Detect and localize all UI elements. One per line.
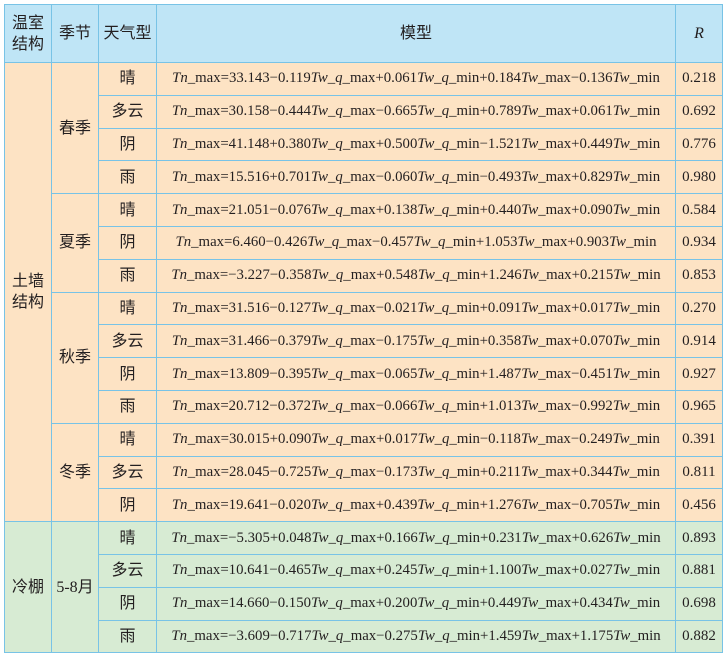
table-row: 多云 Tn_max=30.158−0.444Tw_q_max−0.665Tw_q…: [5, 94, 723, 129]
model-formula-cell: Tn_max=21.051−0.076Tw_q_max+0.138Tw_q_mi…: [156, 193, 676, 227]
weather-type-cell: 晴: [98, 193, 157, 227]
weather-type-cell: 晴: [98, 521, 157, 555]
header-season: 季节: [51, 4, 99, 63]
table-row: 雨 Tn_max=−3.227−0.358Tw_q_max+0.548Tw_q_…: [5, 258, 723, 293]
r-value-cell: 0.965: [675, 389, 723, 424]
weather-type-cell: 雨: [98, 258, 157, 293]
r-value-cell: 0.980: [675, 160, 723, 195]
r-value-cell: 0.853: [675, 258, 723, 293]
table-row: 阴 Tn_max=14.660−0.150Tw_q_max+0.200Tw_q_…: [5, 586, 723, 621]
season-cell-summer: 夏季: [51, 193, 99, 293]
model-formula-cell: Tn_max=19.641−0.020Tw_q_max+0.439Tw_q_mi…: [156, 488, 676, 523]
weather-type-cell: 雨: [98, 389, 157, 424]
structure-label-line: 结构: [11, 294, 44, 312]
header-weather: 天气型: [98, 4, 157, 63]
r-value-cell: 0.881: [675, 553, 723, 588]
r-value-cell: 0.218: [675, 62, 723, 96]
header-r: R: [675, 4, 723, 63]
r-value-cell: 0.270: [675, 291, 723, 326]
weather-type-cell: 晴: [98, 291, 157, 326]
table-row: 阴 Tn_max=41.148+0.380Tw_q_max+0.500Tw_q_…: [5, 127, 723, 162]
weather-type-cell: 多云: [98, 94, 157, 129]
r-value-cell: 0.391: [675, 422, 723, 457]
weather-type-cell: 阴: [98, 127, 157, 162]
table-body: 土墙 结构 春季 晴 Tn_max=33.143−0.119Tw_q_max+0…: [4, 61, 723, 654]
r-value-cell: 0.692: [675, 94, 723, 129]
r-value-cell: 0.776: [675, 127, 723, 162]
weather-type-cell: 阴: [98, 488, 157, 523]
r-value-cell: 0.927: [675, 357, 723, 391]
structure-cell-soil-wall: 土墙 结构: [4, 61, 52, 523]
table-row: 雨 Tn_max=20.712−0.372Tw_q_max−0.066Tw_q_…: [5, 389, 723, 424]
model-formula-cell: Tn_max=14.660−0.150Tw_q_max+0.200Tw_q_mi…: [156, 586, 676, 621]
header-structure: 温室 结构: [4, 4, 52, 63]
table-row: 冷棚 5-8月 晴 Tn_max=−5.305+0.048Tw_q_max+0.…: [4, 521, 723, 654]
r-value-cell: 0.893: [675, 521, 723, 555]
structure-label-line: 土墙: [11, 273, 44, 291]
weather-type-cell: 阴: [98, 586, 157, 621]
model-formula-cell: Tn_max=31.516−0.127Tw_q_max−0.021Tw_q_mi…: [156, 291, 676, 326]
table-row: 多云 Tn_max=10.641−0.465Tw_q_max+0.245Tw_q…: [5, 553, 723, 588]
header-structure-line: 温室: [11, 14, 44, 32]
model-formula-cell: Tn_max=10.641−0.465Tw_q_max+0.245Tw_q_mi…: [156, 553, 676, 588]
r-value-cell: 0.584: [675, 193, 723, 227]
structure-cell-cold-shed: 冷棚: [4, 521, 52, 654]
r-value-cell: 0.882: [675, 619, 723, 654]
model-formula-cell: Tn_max=13.809−0.395Tw_q_max−0.065Tw_q_mi…: [156, 357, 676, 391]
table-row: 夏季 晴 Tn_max=21.051−0.076Tw_q_max+0.138Tw…: [5, 193, 723, 293]
table-row: 冬季 晴 Tn_max=30.015+0.090Tw_q_max+0.017Tw…: [5, 422, 723, 523]
model-formula-cell: Tn_max=28.045−0.725Tw_q_max−0.173Tw_q_mi…: [156, 455, 676, 490]
header-structure-line: 结构: [11, 35, 44, 53]
r-value-cell: 0.456: [675, 488, 723, 523]
structure-label-line: 冷棚: [11, 578, 44, 596]
table-row: 多云 Tn_max=31.466−0.379Tw_q_max−0.175Tw_q…: [5, 324, 723, 359]
season-cell-autumn: 秋季: [51, 291, 99, 424]
weather-type-cell: 多云: [98, 553, 157, 588]
model-formula-cell: Tn_max=−3.609−0.717Tw_q_max−0.275Tw_q_mi…: [156, 619, 676, 654]
model-formula-cell: Tn_max=31.466−0.379Tw_q_max−0.175Tw_q_mi…: [156, 324, 676, 359]
weather-type-cell: 阴: [98, 225, 157, 260]
table-header: 温室 结构 季节 天气型 模型 R: [4, 4, 723, 63]
model-formula-cell: Tn_max=6.460−0.426Tw_q_max−0.457Tw_q_min…: [156, 225, 676, 260]
r-value-cell: 0.698: [675, 586, 723, 621]
weather-type-cell: 雨: [98, 160, 157, 195]
season-cell-winter: 冬季: [51, 422, 99, 523]
table-row: 阴 Tn_max=6.460−0.426Tw_q_max−0.457Tw_q_m…: [5, 225, 723, 260]
model-table: 温室 结构 季节 天气型 模型 R 土墙 结构 春季 晴 Tn_max=33.1…: [4, 4, 723, 654]
header-row: 温室 结构 季节 天气型 模型 R: [4, 4, 723, 63]
weather-type-cell: 多云: [98, 324, 157, 359]
table-row: 雨 Tn_max=15.516+0.701Tw_q_max−0.060Tw_q_…: [5, 160, 723, 195]
weather-type-cell: 晴: [98, 62, 157, 96]
header-model: 模型: [156, 4, 676, 63]
table-row: 土墙 结构 春季 晴 Tn_max=33.143−0.119Tw_q_max+0…: [4, 61, 723, 523]
weather-type-cell: 阴: [98, 357, 157, 391]
model-formula-cell: Tn_max=33.143−0.119Tw_q_max+0.061Tw_q_mi…: [156, 62, 676, 96]
table-row: 阴 Tn_max=13.809−0.395Tw_q_max−0.065Tw_q_…: [5, 357, 723, 391]
model-formula-cell: Tn_max=15.516+0.701Tw_q_max−0.060Tw_q_mi…: [156, 160, 676, 195]
season-cell-spring: 春季: [51, 61, 99, 195]
model-formula-cell: Tn_max=−3.227−0.358Tw_q_max+0.548Tw_q_mi…: [156, 258, 676, 293]
weather-type-cell: 晴: [98, 422, 157, 457]
table-row: 雨 Tn_max=−3.609−0.717Tw_q_max−0.275Tw_q_…: [5, 619, 723, 654]
table-row: 多云 Tn_max=28.045−0.725Tw_q_max−0.173Tw_q…: [5, 455, 723, 490]
r-value-cell: 0.811: [675, 455, 723, 490]
table-row: 阴 Tn_max=19.641−0.020Tw_q_max+0.439Tw_q_…: [5, 488, 723, 523]
r-value-cell: 0.934: [675, 225, 723, 260]
season-cell-may-august: 5-8月: [51, 521, 99, 654]
weather-type-cell: 雨: [98, 619, 157, 654]
model-formula-cell: Tn_max=30.015+0.090Tw_q_max+0.017Tw_q_mi…: [156, 422, 676, 457]
weather-type-cell: 多云: [98, 455, 157, 490]
r-value-cell: 0.914: [675, 324, 723, 359]
model-formula-cell: Tn_max=−5.305+0.048Tw_q_max+0.166Tw_q_mi…: [156, 521, 676, 555]
model-formula-cell: Tn_max=41.148+0.380Tw_q_max+0.500Tw_q_mi…: [156, 127, 676, 162]
table-row: 秋季 晴 Tn_max=31.516−0.127Tw_q_max−0.021Tw…: [5, 291, 723, 424]
model-formula-cell: Tn_max=20.712−0.372Tw_q_max−0.066Tw_q_mi…: [156, 389, 676, 424]
model-formula-cell: Tn_max=30.158−0.444Tw_q_max−0.665Tw_q_mi…: [156, 94, 676, 129]
